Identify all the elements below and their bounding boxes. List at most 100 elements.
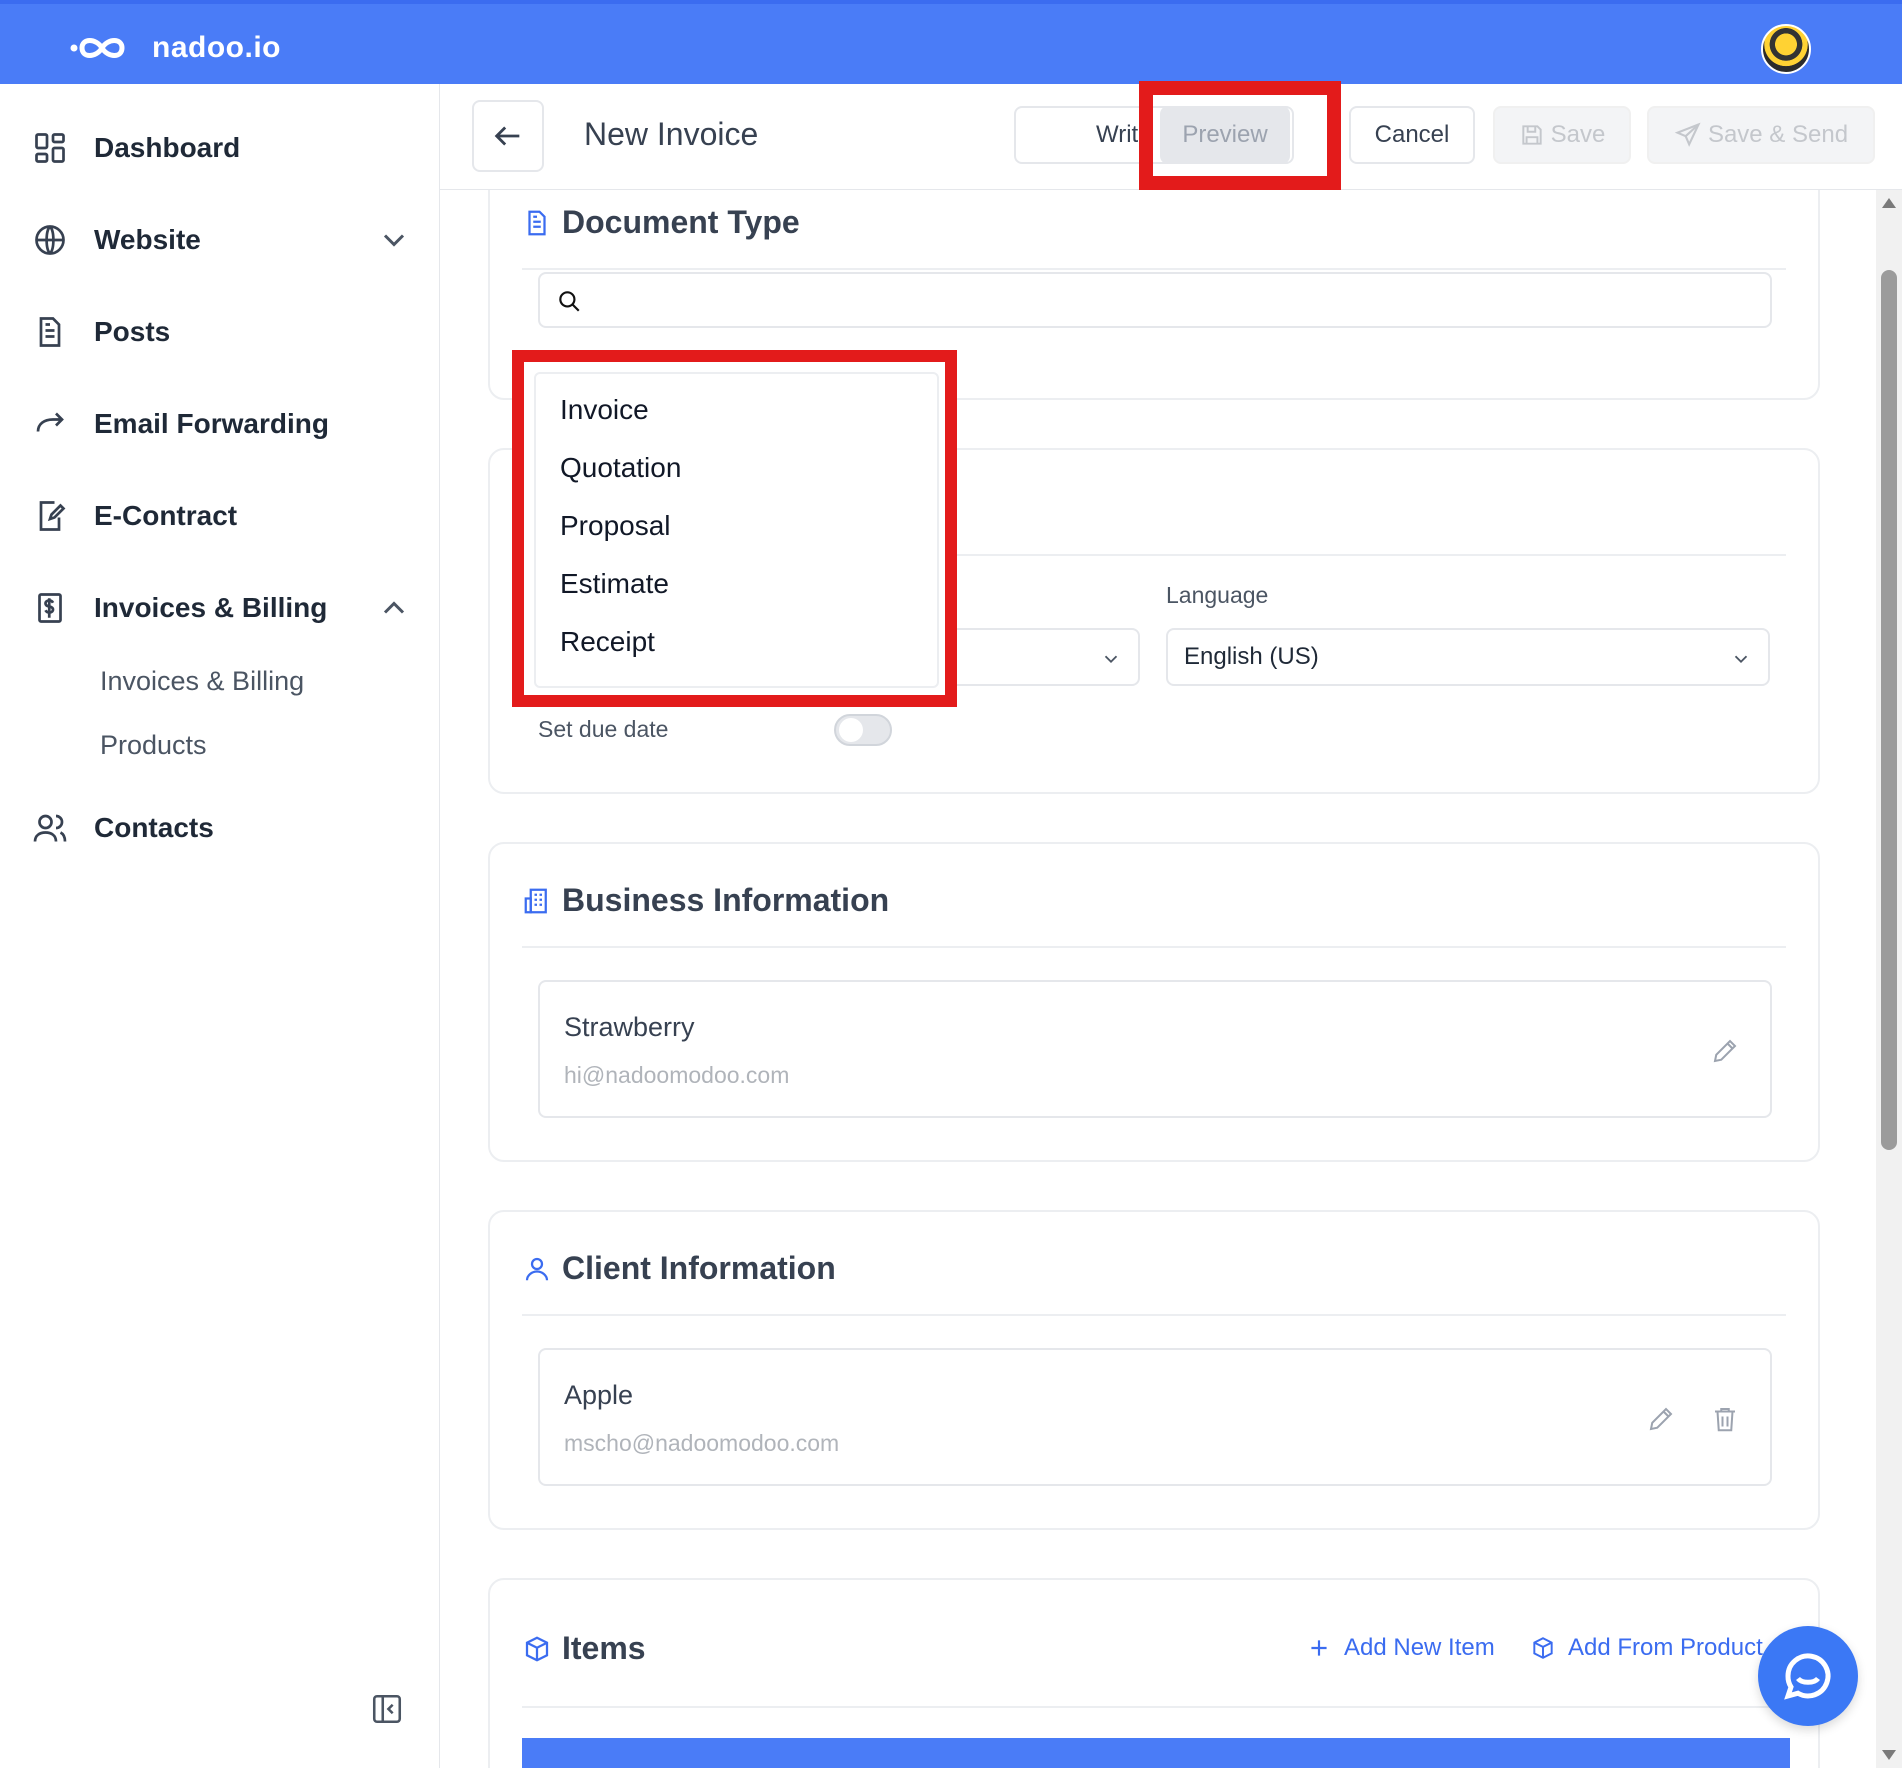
brand-logo[interactable]: nadoo.io [70, 30, 281, 66]
user-icon [525, 1257, 549, 1280]
document-type-dropdown: Invoice Quotation Proposal Estimate Rece… [534, 372, 939, 688]
user-avatar[interactable] [1761, 24, 1811, 74]
preview-highlight-box [1139, 81, 1341, 190]
chevron-up-icon [383, 601, 405, 614]
option-receipt[interactable]: Receipt [560, 626, 655, 658]
option-estimate[interactable]: Estimate [560, 568, 669, 600]
pencil-icon[interactable] [1710, 1036, 1740, 1066]
client-information-heading: Client Information [522, 1250, 836, 1287]
brand-name: nadoo.io [152, 31, 281, 64]
client-name: Apple [564, 1380, 634, 1410]
plus-icon [1311, 1640, 1327, 1656]
client-email: mscho@nadoomodoo.com [564, 1430, 840, 1456]
chevron-down-icon [383, 234, 405, 247]
business-info-box: Strawberry hi@nadoomodoo.com [538, 980, 1772, 1118]
arrow-left-icon [494, 126, 520, 146]
pencil-icon[interactable] [1646, 1404, 1676, 1434]
due-date-toggle[interactable] [834, 714, 892, 746]
option-quotation[interactable]: Quotation [560, 452, 681, 484]
client-information-title: Client Information [562, 1250, 836, 1286]
add-from-product-label: Add From Product [1568, 1634, 1763, 1661]
document-type-heading: Document Type [522, 204, 800, 241]
back-button[interactable] [472, 100, 544, 172]
divider [522, 1314, 1786, 1316]
sidebar-item-e-contract[interactable]: E-Contract [32, 498, 237, 534]
sidebar-item-email-forwarding[interactable]: Email Forwarding [32, 406, 329, 442]
items-title: Items [562, 1630, 646, 1666]
scroll-up-arrow-icon[interactable] [1882, 198, 1896, 208]
divider [522, 268, 1786, 270]
due-date-label: Set due date [538, 716, 669, 742]
cancel-button[interactable]: Cancel [1349, 106, 1475, 164]
business-name: Strawberry [564, 1012, 695, 1042]
add-from-product-button[interactable]: Add From Product [1530, 1634, 1763, 1662]
business-email: hi@nadoomodoo.com [564, 1062, 790, 1088]
scroll-thumb[interactable] [1881, 270, 1897, 1150]
sidebar-item-contacts[interactable]: Contacts [32, 810, 214, 846]
sidebar-item-label: Posts [94, 316, 171, 347]
business-information-card: Business Information Strawberry hi@nadoo… [488, 842, 1820, 1162]
search-icon [559, 291, 580, 312]
option-invoice[interactable]: Invoice [560, 394, 649, 426]
sidebar-subitem-invoices-billing[interactable]: Invoices & Billing [100, 666, 304, 697]
sidebar-item-website[interactable]: Website [32, 222, 412, 258]
language-select[interactable]: English (US) [1166, 628, 1770, 686]
top-bar: nadoo.io [0, 0, 1902, 84]
floppy-disk-icon [1521, 125, 1542, 145]
save-and-send-label: Save & Send [1707, 121, 1849, 148]
globe-icon [35, 225, 65, 255]
chat-support-button[interactable] [1758, 1626, 1858, 1726]
sidebar-item-label: Dashboard [94, 132, 241, 163]
content-scrollbar[interactable] [1876, 190, 1902, 1768]
collapse-sidebar-icon[interactable] [370, 1692, 404, 1726]
option-proposal[interactable]: Proposal [560, 510, 671, 542]
document-type-title: Document Type [562, 204, 800, 240]
save-button[interactable]: Save [1493, 106, 1631, 164]
items-heading: Items [522, 1630, 646, 1667]
trash-icon[interactable] [1710, 1404, 1740, 1434]
chat-bubble-icon [1784, 1653, 1831, 1700]
sidebar-item-posts[interactable]: Posts [32, 314, 170, 350]
save-label: Save [1550, 121, 1606, 148]
divider [522, 1706, 1786, 1708]
forward-arrow-icon [36, 412, 64, 432]
business-information-heading: Business Information [522, 882, 889, 919]
add-new-item-label: Add New Item [1344, 1634, 1495, 1661]
sidebar-item-label: E-Contract [94, 500, 238, 531]
client-information-card: Client Information Apple mscho@nadoomodo… [488, 1210, 1820, 1530]
building-icon [524, 888, 547, 913]
grid-icon [35, 133, 65, 163]
language-label: Language [1166, 582, 1269, 608]
sidebar-item-label: Invoices & Billing [94, 592, 328, 623]
business-information-title: Business Information [562, 882, 890, 918]
page-title: New Invoice [584, 116, 759, 152]
divider [522, 946, 1786, 948]
document-icon [39, 317, 61, 347]
save-and-send-button[interactable]: Save & Send [1647, 106, 1875, 164]
document-type-dropdown-highlight: Invoice Quotation Proposal Estimate Rece… [512, 350, 957, 707]
sidebar-subitem-products[interactable]: Products [100, 730, 207, 761]
sidebar-item-label: Website [94, 224, 201, 255]
language-value: English (US) [1184, 643, 1319, 670]
chevron-down-icon [1734, 655, 1748, 664]
sidebar-item-invoices-billing[interactable]: Invoices & Billing [32, 590, 412, 626]
box-icon [1533, 1637, 1553, 1659]
box-icon [525, 1635, 549, 1662]
dollar-document-icon [38, 593, 62, 623]
sidebar-item-label: Email Forwarding [94, 408, 329, 439]
signed-document-icon [39, 501, 66, 531]
send-icon [1674, 122, 1701, 147]
sidebar-item-label: Contacts [94, 812, 214, 843]
document-type-search-input[interactable] [538, 272, 1772, 328]
add-new-item-button[interactable]: Add New Item [1306, 1634, 1495, 1662]
scroll-down-arrow-icon[interactable] [1882, 1750, 1896, 1760]
users-icon [33, 814, 67, 842]
sidebar: Dashboard Website Posts Email Forwarding… [0, 84, 440, 1768]
document-icon [528, 210, 546, 235]
items-card: Items Add New Item Add From Product [488, 1578, 1820, 1768]
client-info-box: Apple mscho@nadoomodoo.com [538, 1348, 1772, 1486]
sidebar-item-dashboard[interactable]: Dashboard [32, 130, 240, 166]
chevron-down-icon [1104, 655, 1118, 664]
items-table-header [522, 1738, 1790, 1768]
infinity-logo-icon [70, 38, 125, 58]
